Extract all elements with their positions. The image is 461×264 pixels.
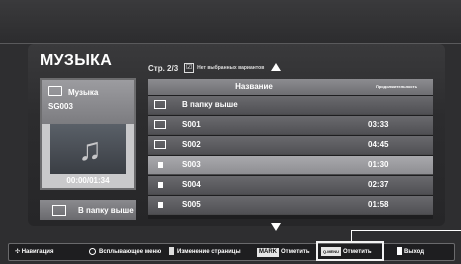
- list-item[interactable]: S004 02:37: [148, 176, 433, 195]
- item-name: S002: [182, 140, 201, 149]
- item-duration: 03:33: [368, 120, 389, 129]
- item-name: В папку выше: [182, 100, 238, 109]
- playback-time: 00:00/01:34: [66, 176, 110, 185]
- folder-card-header: Музыка SG003: [42, 80, 134, 124]
- folder-icon: [154, 140, 166, 149]
- list-item[interactable]: S001 03:33: [148, 116, 433, 135]
- mark-key-icon: MARK: [257, 248, 279, 257]
- folder-info-card: Музыка SG003 ♫ 00:00/01:34: [40, 78, 136, 190]
- folder-name: Музыка: [68, 88, 99, 97]
- file-list-header: Название Продолжительность: [148, 79, 433, 95]
- page-number: Стр. 2/3: [148, 63, 179, 73]
- page-switch-icon: [169, 247, 174, 256]
- music-note-icon: ♫: [78, 131, 102, 167]
- footer-popup: Всплывающее меню: [89, 244, 161, 260]
- selection-status: Нет выбранных вариантов: [197, 65, 265, 71]
- select-checkbox-icon[interactable]: ☑: [184, 63, 195, 73]
- qmenu-highlight-frame: [316, 241, 384, 261]
- exit-key-icon: [397, 247, 402, 256]
- footer-mark: MARK Отметить: [257, 244, 310, 260]
- ok-button-icon: [89, 247, 96, 255]
- page-title: МУЗЫКА: [40, 52, 113, 69]
- list-item[interactable]: В папку выше: [148, 96, 433, 115]
- navigation-arrows-icon: ✣: [15, 249, 21, 255]
- album-art: ♫: [50, 124, 126, 174]
- item-duration: 04:45: [368, 140, 389, 149]
- item-duration: 01:30: [368, 160, 389, 169]
- folder-up-icon: [52, 204, 66, 216]
- go-up-label: В папку выше: [78, 205, 134, 215]
- top-band: [0, 0, 461, 44]
- popup-label: Всплывающее меню: [99, 249, 162, 255]
- mark-label: Отметить: [281, 249, 310, 255]
- page-info: Стр. 2/3 ☑ Нет выбранных вариантов: [148, 63, 264, 73]
- item-duration: 01:58: [368, 200, 389, 209]
- footer-page-change: Изменение страницы: [169, 244, 241, 260]
- item-name: S001: [182, 120, 201, 129]
- file-list: Название Продолжительность В папку выше …: [148, 79, 433, 219]
- list-item-selected[interactable]: S003 01:30: [148, 156, 433, 175]
- go-up-button[interactable]: В папку выше: [40, 200, 136, 220]
- item-name: S003: [182, 160, 201, 169]
- folder-icon: [48, 86, 62, 96]
- footer-nav: ✣ Навигация: [15, 244, 53, 260]
- audio-file-icon: [158, 182, 163, 188]
- page-change-label: Изменение страницы: [177, 249, 241, 255]
- scroll-up-arrow-icon[interactable]: [271, 63, 281, 71]
- audio-file-icon: [158, 202, 163, 208]
- item-name: S004: [182, 180, 201, 189]
- folder-icon: [154, 120, 166, 129]
- footer-help-bar: ✣ Навигация Всплывающее меню Изменение с…: [8, 243, 455, 261]
- column-name-header: Название: [235, 82, 273, 91]
- list-item[interactable]: S002 04:45: [148, 136, 433, 155]
- nav-label: Навигация: [21, 249, 54, 255]
- scroll-down-arrow-icon[interactable]: [271, 223, 281, 231]
- list-item[interactable]: S005 01:58: [148, 196, 433, 215]
- item-duration: 02:37: [368, 180, 389, 189]
- exit-label: Выход: [404, 249, 425, 255]
- audio-file-icon: [158, 162, 163, 168]
- current-track-name: SG003: [48, 102, 73, 111]
- item-name: S005: [182, 200, 201, 209]
- folder-up-icon: [154, 100, 166, 109]
- column-duration-header: Продолжительность: [375, 84, 418, 89]
- callout-line: [351, 230, 461, 241]
- footer-exit: Выход: [397, 244, 424, 260]
